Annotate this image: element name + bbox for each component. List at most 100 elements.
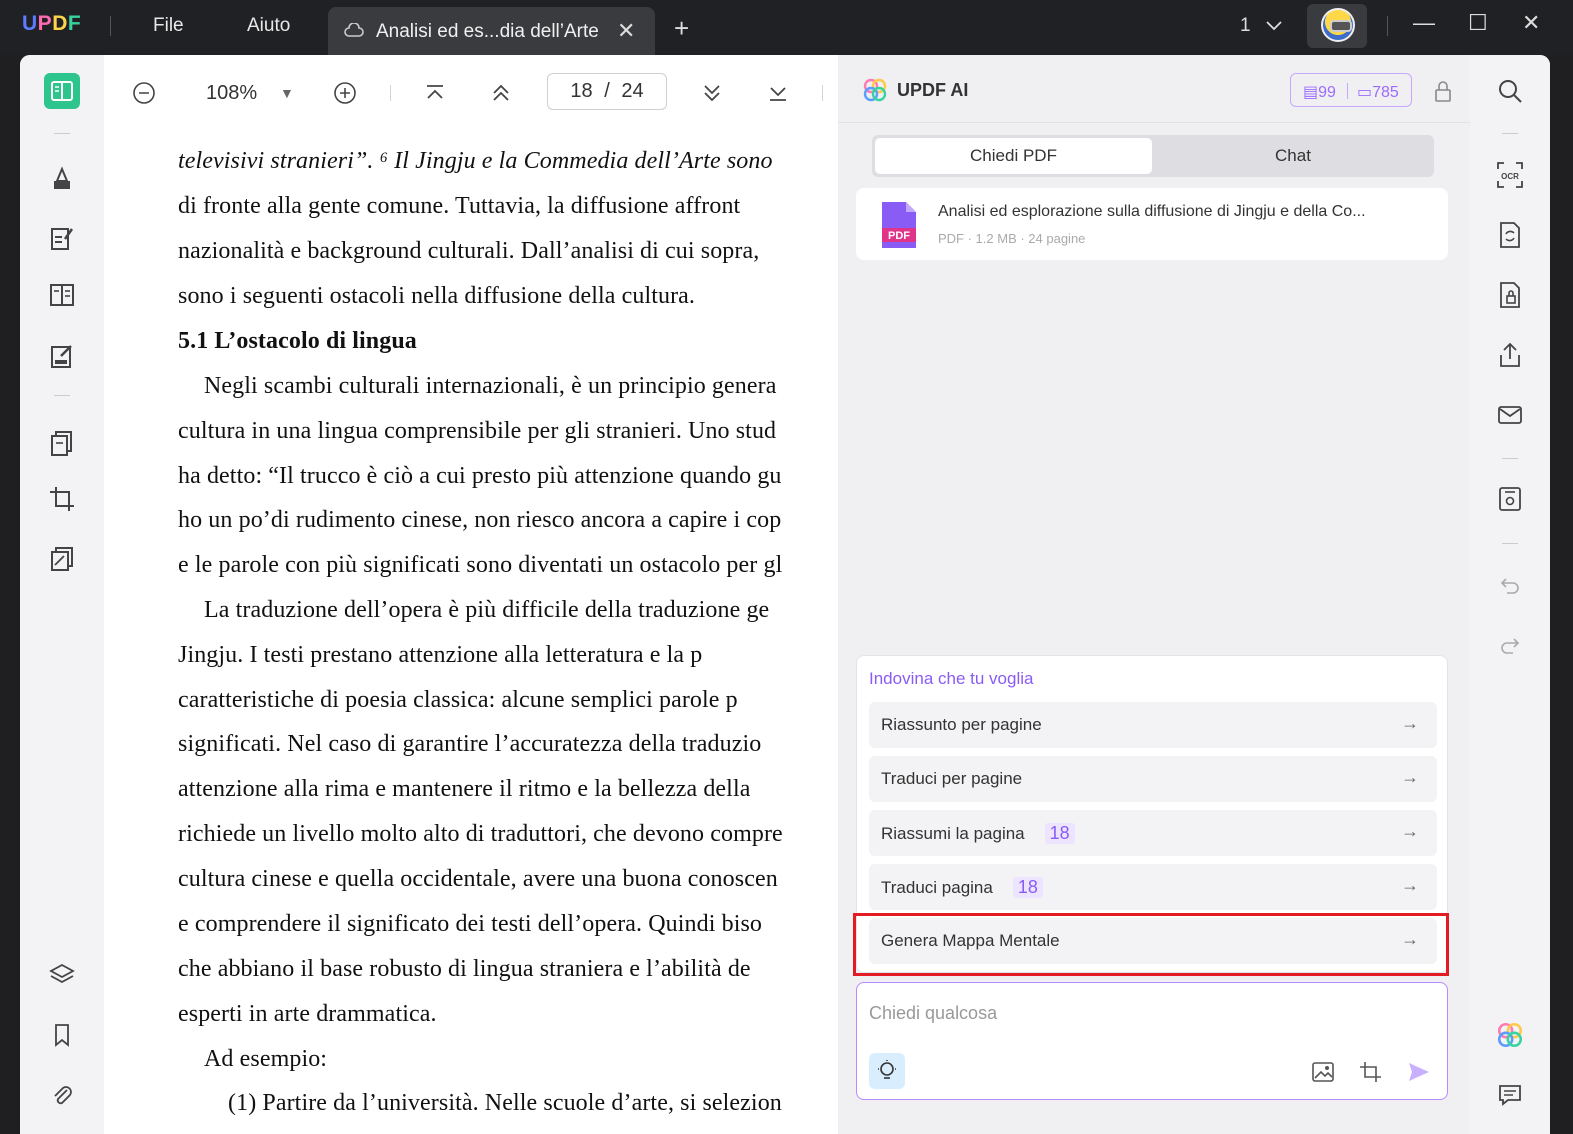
page-badge[interactable]: 18: [1012, 877, 1043, 898]
document-toolbar: 108% ▼ 18 / 24: [104, 55, 824, 130]
text-line: Jingju. I testi prestano attenzione alla…: [178, 642, 703, 668]
menu-file[interactable]: File: [153, 15, 184, 37]
arrow-right-icon: →: [1401, 767, 1419, 787]
pdf-icon-label: PDF: [888, 230, 910, 242]
prompt-ideas-button[interactable]: [869, 1053, 905, 1089]
app-window: 108% ▼ 18 / 24 televisivi stranieri”. ⁶ …: [20, 55, 1550, 1134]
suggestion-label: Traduci per pagine: [881, 769, 1023, 788]
suggestion-label: Traduci pagina 18: [881, 877, 1043, 898]
bookmark-icon: [55, 1024, 69, 1047]
send-icon[interactable]: [1407, 1061, 1431, 1083]
previous-page-icon[interactable]: [489, 81, 513, 105]
document-viewport[interactable]: televisivi stranieri”. ⁶ Il Jingju e la …: [104, 130, 824, 1115]
redo-icon: [1501, 638, 1520, 654]
crop-icon: [50, 487, 74, 511]
convert-tool-button[interactable]: [44, 425, 80, 461]
redo-button[interactable]: [1496, 631, 1524, 659]
next-page-icon[interactable]: [700, 81, 724, 105]
edit-tool-button[interactable]: [44, 221, 80, 257]
pdf-credits: ▤99: [1303, 84, 1336, 101]
protect-button[interactable]: [1496, 281, 1524, 309]
tab-chat[interactable]: Chat: [1155, 138, 1431, 174]
search-button[interactable]: [1496, 77, 1524, 105]
window-switcher[interactable]: 1: [1240, 15, 1282, 37]
tab-close-icon[interactable]: ✕: [617, 18, 635, 44]
share-icon: [1500, 342, 1520, 367]
total-pages: 24: [621, 80, 644, 102]
suggestion-label: Riassumi la pagina 18: [881, 823, 1075, 844]
suggestion-riassunto-per-pagine[interactable]: Riassunto per pagine →: [869, 702, 1437, 748]
stamp-pages-icon: [51, 547, 73, 571]
zoom-in-icon[interactable]: [333, 81, 357, 105]
suggestion-traduci-pagina[interactable]: Traduci pagina 18 →: [869, 864, 1437, 910]
file-meta: PDF · 1.2 MB · 24 pagine: [938, 231, 1086, 246]
last-page-icon[interactable]: [766, 81, 790, 105]
book-icon: [51, 81, 73, 101]
undo-button[interactable]: [1496, 571, 1524, 599]
image-upload-icon[interactable]: [1311, 1061, 1335, 1083]
text-line: attenzione alla rima e mantenere il ritm…: [178, 776, 751, 802]
zoom-level[interactable]: 108%: [206, 82, 257, 105]
suggestion-label: Riassunto per pagine: [881, 715, 1042, 734]
highlighter-icon: [54, 166, 70, 189]
tab-title: Analisi ed es...dia dell’Arte: [376, 21, 599, 42]
convert-button[interactable]: [1496, 221, 1524, 249]
suggestions-title: Indovina che tu voglia: [869, 669, 1034, 688]
ai-panel-title: UPDF AI: [897, 80, 969, 100]
close-window-button[interactable]: ✕: [1522, 10, 1540, 36]
undo-icon: [1500, 578, 1519, 594]
text-line: La traduzione dell’opera è più difficile…: [204, 597, 770, 623]
prompt-input[interactable]: Chiedi qualcosa: [869, 1003, 997, 1024]
text-line: di fronte alla gente comune. Tuttavia, l…: [178, 193, 741, 219]
ai-panel: UPDF AI ▤99 ▭785 Chiedi PDF Chat PDF Ana…: [838, 55, 1470, 1134]
ai-assistant-button[interactable]: [1496, 1021, 1524, 1049]
new-tab-button[interactable]: +: [674, 13, 689, 44]
window-count: 1: [1240, 15, 1251, 36]
comment-tool-button[interactable]: [44, 161, 80, 197]
comment-icon: [1499, 1085, 1521, 1106]
tab-chiedi-pdf[interactable]: Chiedi PDF: [875, 138, 1152, 174]
protect-file-icon: [1500, 282, 1520, 308]
copy-pages-icon: [51, 431, 72, 456]
attachment-button[interactable]: [44, 1077, 80, 1113]
text-line: caratteristiche di poesia classica: alcu…: [178, 687, 738, 713]
text-line: (1) Partire da l’università. Nelle scuol…: [228, 1090, 782, 1115]
zoom-dropdown-icon[interactable]: ▼: [280, 85, 294, 101]
maximize-button[interactable]: ☐: [1468, 10, 1488, 36]
reader-mode-button[interactable]: [44, 73, 80, 109]
form-tool-button[interactable]: [44, 339, 80, 375]
convert-icon: [1500, 222, 1520, 248]
page-number-field[interactable]: 18 / 24: [547, 73, 667, 110]
suggestion-riassumi-la-pagina[interactable]: Riassumi la pagina 18 →: [869, 810, 1437, 856]
comments-button[interactable]: [1496, 1081, 1524, 1109]
layers-button[interactable]: [44, 957, 80, 993]
updf-logo: UPDF: [22, 12, 82, 35]
organize-tool-button[interactable]: [44, 277, 80, 313]
lock-icon[interactable]: [1434, 81, 1452, 103]
email-button[interactable]: [1496, 401, 1524, 429]
save-button[interactable]: [1496, 485, 1524, 513]
protect-tool-button[interactable]: [44, 541, 80, 577]
account-button[interactable]: [1307, 4, 1367, 48]
ocr-button[interactable]: OCR: [1496, 161, 1524, 189]
mail-icon: [1498, 406, 1522, 424]
text-line: televisivi stranieri”. ⁶ Il Jingju e la …: [178, 148, 773, 174]
minimize-button[interactable]: —: [1413, 10, 1435, 36]
title-divider: [1387, 16, 1388, 36]
first-page-icon[interactable]: [423, 81, 447, 105]
text-line: ho un po’di rudimento cinese, non riesco…: [178, 507, 782, 533]
credits-badge[interactable]: ▤99 ▭785: [1290, 73, 1412, 107]
screenshot-crop-icon[interactable]: [1359, 1061, 1383, 1083]
crop-tool-button[interactable]: [44, 481, 80, 517]
document-tab[interactable]: Analisi ed es...dia dell’Arte ✕: [328, 7, 655, 55]
zoom-out-icon[interactable]: [132, 81, 156, 105]
right-toolbar: OCR: [1470, 55, 1550, 1134]
text-line: ha detto: “Il trucco è ciò a cui presto …: [178, 463, 782, 489]
share-button[interactable]: [1496, 341, 1524, 369]
paperclip-icon: [54, 1086, 72, 1105]
bookmark-button[interactable]: [44, 1017, 80, 1053]
ai-prompt-box[interactable]: Chiedi qualcosa: [856, 982, 1448, 1100]
menu-aiuto[interactable]: Aiuto: [247, 15, 290, 37]
page-badge[interactable]: 18: [1044, 823, 1075, 844]
suggestion-traduci-per-pagine[interactable]: Traduci per pagine →: [869, 756, 1437, 802]
